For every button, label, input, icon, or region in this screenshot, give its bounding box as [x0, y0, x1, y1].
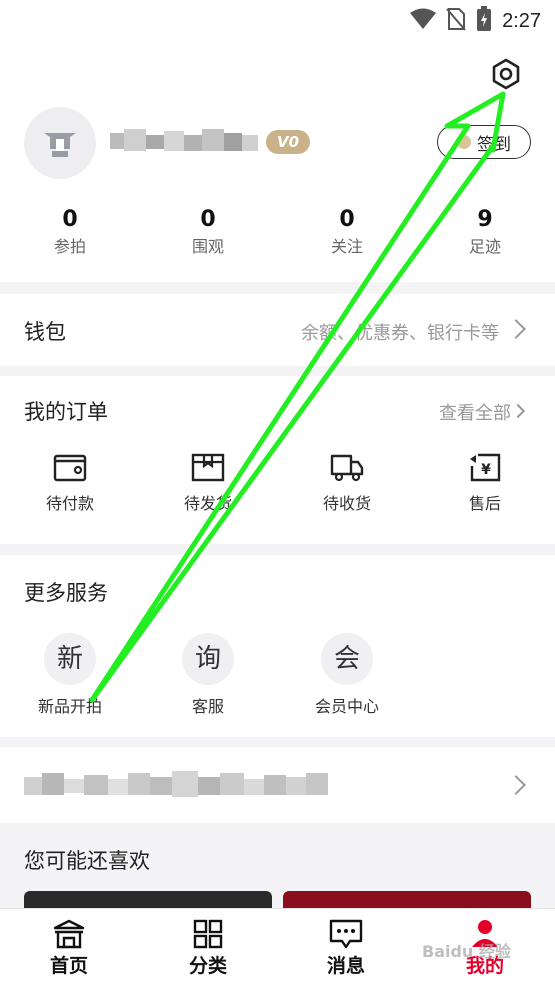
service-label: 会员中心	[314, 697, 379, 716]
avatar[interactable]	[24, 107, 96, 179]
profile-screen: 2:27 V0 签到 0 参拍 0 围观 0 关注 9 足迹 钱包 余额、优惠券…	[0, 0, 555, 988]
battery-charging-icon	[476, 6, 492, 36]
wifi-icon	[410, 8, 437, 34]
blurred-banner-row[interactable]	[0, 747, 555, 823]
stat-bids[interactable]: 0 参拍	[20, 205, 120, 259]
stat-value: 0	[339, 207, 355, 232]
orders-title: 我的订单	[24, 400, 108, 424]
level-badge: V0	[266, 130, 310, 154]
stat-history[interactable]: 9 足迹	[435, 205, 535, 259]
services-section: 更多服务 新 新品开拍 询 客服 会 会员中心	[0, 555, 555, 737]
package-icon	[158, 452, 258, 482]
stat-label: 参拍	[53, 237, 86, 256]
blurred-text	[24, 769, 328, 801]
profile-header: 2:27 V0 签到 0 参拍 0 围观 0 关注 9 足迹	[0, 0, 555, 282]
order-after-sales[interactable]: ¥ 售后	[435, 452, 535, 514]
service-customer-support[interactable]: 询 客服	[158, 633, 258, 717]
inquiry-icon: 询	[182, 633, 234, 685]
settings-gear-icon[interactable]	[489, 57, 523, 91]
stat-label: 围观	[191, 237, 224, 256]
status-bar: 2:27	[410, 6, 541, 36]
stat-following[interactable]: 0 关注	[297, 205, 397, 259]
order-pending-shipment[interactable]: 待发货	[158, 452, 258, 514]
chevron-right-icon	[506, 775, 526, 795]
order-label: 待付款	[45, 494, 94, 513]
checkin-label: 签到	[477, 134, 511, 155]
stat-value: 0	[62, 207, 78, 232]
wallet-row[interactable]: 钱包 余额、优惠券、银行卡等	[0, 294, 555, 366]
stat-label: 关注	[330, 237, 363, 256]
order-label: 待收货	[322, 494, 371, 513]
order-label: 售后	[468, 494, 501, 513]
chevron-right-icon	[506, 319, 526, 339]
wallet-icon	[20, 452, 120, 482]
status-time: 2:27	[502, 9, 541, 32]
checkin-button[interactable]: 签到	[437, 125, 531, 159]
tab-label: 分类	[188, 955, 227, 977]
watermark: Baidu 经验	[422, 942, 511, 961]
no-sim-icon	[446, 7, 466, 35]
wallet-hint: 余额、优惠券、银行卡等	[301, 323, 499, 344]
service-label: 新品开拍	[37, 697, 102, 716]
stat-value: 9	[477, 207, 493, 232]
services-title: 更多服务	[24, 581, 108, 605]
order-label: 待发货	[183, 494, 232, 513]
stats-row: 0 参拍 0 围观 0 关注 9 足迹	[0, 205, 555, 265]
tab-label: 消息	[326, 955, 365, 977]
new-icon: 新	[44, 633, 96, 685]
svg-text:¥: ¥	[481, 462, 491, 478]
member-icon: 会	[321, 633, 373, 685]
service-member-center[interactable]: 会 会员中心	[297, 633, 397, 717]
category-grid-icon	[163, 919, 253, 949]
refund-icon: ¥	[435, 452, 535, 482]
service-label: 客服	[191, 697, 224, 716]
tab-label: 首页	[49, 955, 88, 977]
orders-section: 我的订单 查看全部 待付款 待发货 待收货 ¥ 售后	[0, 376, 555, 544]
coin-icon	[457, 135, 471, 149]
service-new-auctions[interactable]: 新 新品开拍	[20, 633, 120, 717]
stat-value: 0	[200, 207, 216, 232]
chevron-right-icon	[510, 403, 526, 419]
view-all-orders-link[interactable]: 查看全部	[439, 399, 511, 425]
stat-label: 足迹	[468, 237, 501, 256]
stat-watching[interactable]: 0 围观	[158, 205, 258, 259]
tab-category[interactable]: 分类	[163, 919, 253, 978]
wallet-title: 钱包	[24, 320, 66, 344]
username-blurred	[110, 127, 260, 157]
message-icon	[301, 919, 391, 949]
order-pending-payment[interactable]: 待付款	[20, 452, 120, 514]
tab-messages[interactable]: 消息	[301, 919, 391, 978]
truck-icon	[297, 452, 397, 482]
tab-home[interactable]: 首页	[24, 919, 114, 978]
recommend-title: 您可能还喜欢	[24, 849, 150, 873]
home-icon	[24, 919, 114, 949]
order-pending-receipt[interactable]: 待收货	[297, 452, 397, 514]
